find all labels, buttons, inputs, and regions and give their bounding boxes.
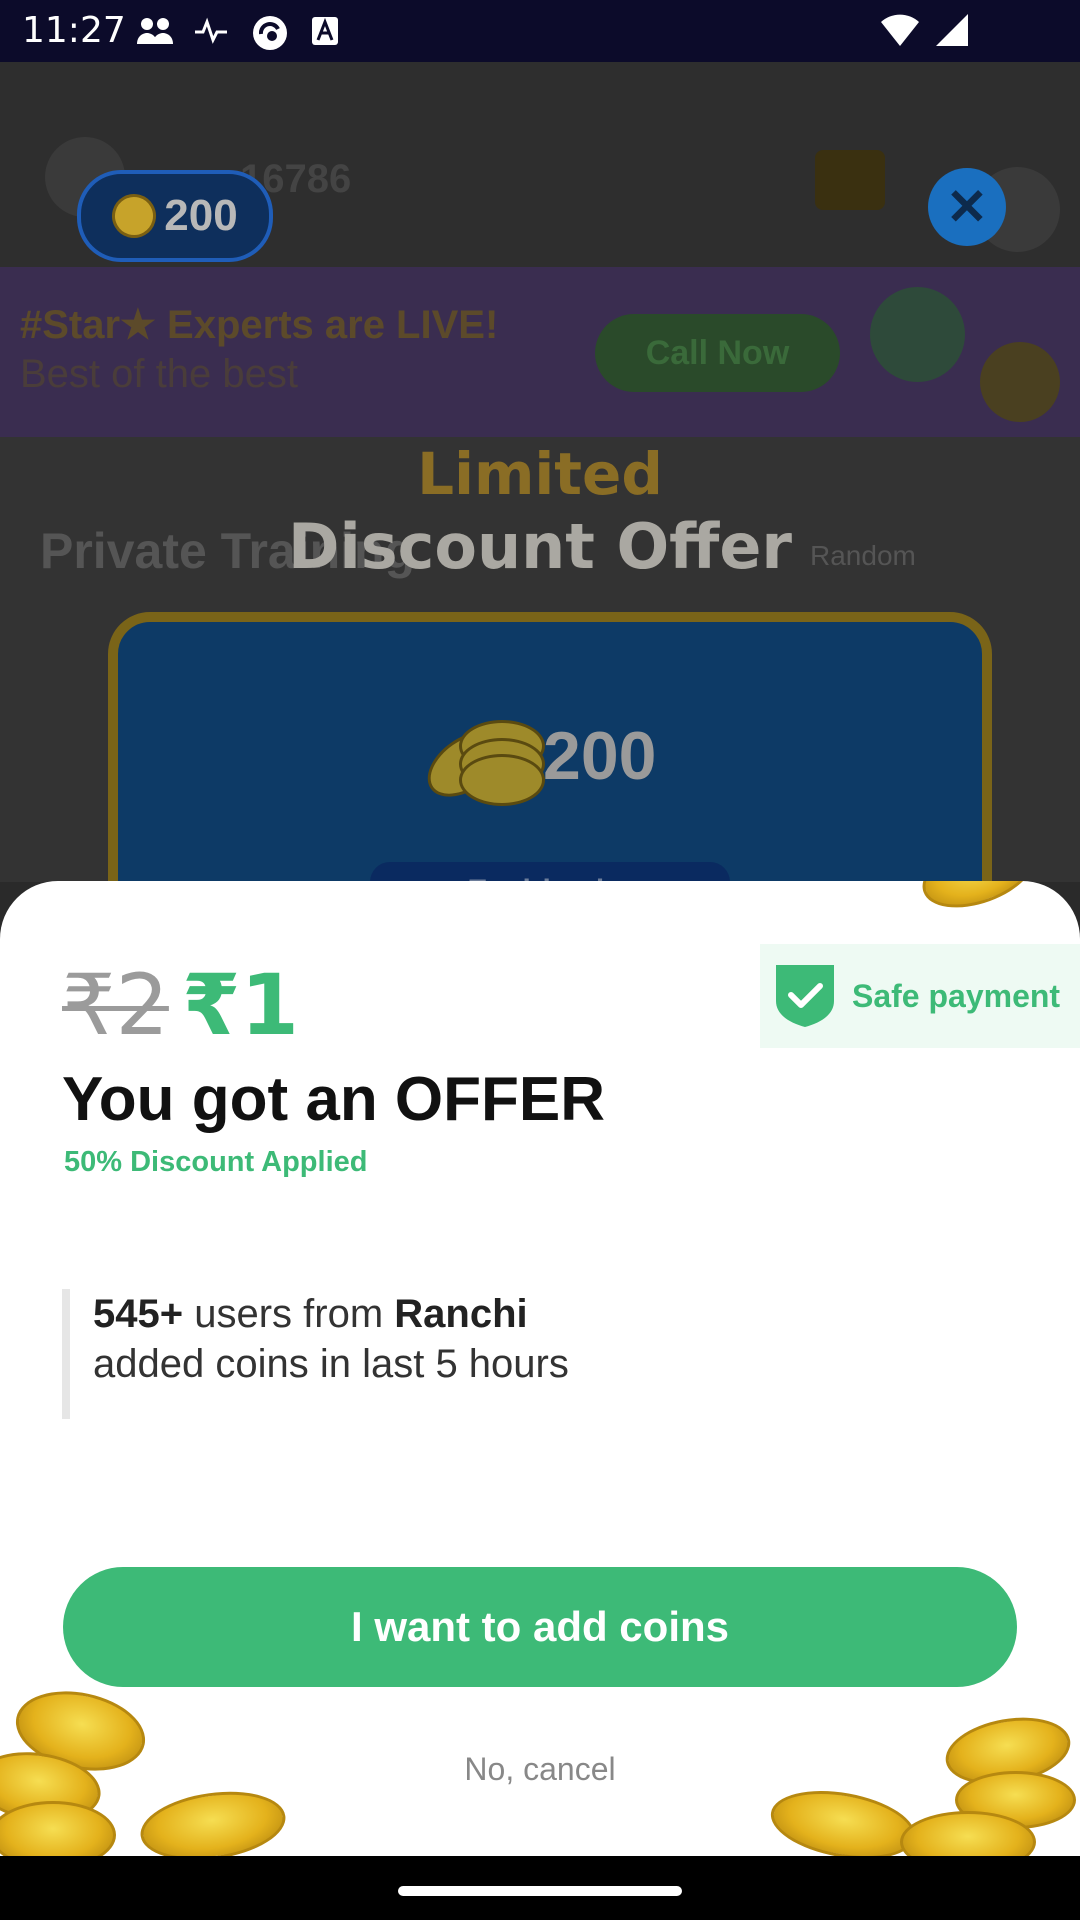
offer-headline: You got an OFFER (62, 1065, 606, 1134)
offer-bottom-sheet: ₹2 ₹1 Safe payment You got an OFFER 50% … (0, 881, 1080, 1856)
gold-coin-decoration (912, 881, 1046, 922)
offer-title-line1: Limited (417, 440, 663, 508)
new-price: ₹1 (182, 956, 299, 1054)
social-proof-line1: 545+ users from Ranchi (93, 1289, 693, 1339)
status-time: 11:27 (22, 10, 126, 51)
social-mid-text: users from (183, 1292, 395, 1336)
city-name: Ranchi (394, 1292, 528, 1336)
signal-icon (934, 12, 970, 53)
wifi-icon (880, 12, 920, 53)
notification-icons (135, 14, 345, 50)
cancel-link[interactable]: No, cancel (0, 1751, 1080, 1788)
gold-coin-decoration (765, 1780, 921, 1856)
coin-icon (104, 185, 165, 247)
old-price: ₹2 (62, 956, 169, 1054)
gold-coin-decoration (136, 1783, 290, 1856)
coin-balance-pill: 200 (77, 170, 273, 262)
trophy-icon (815, 150, 885, 210)
navigation-bar (0, 1856, 1080, 1920)
card-coin-amount: 200 (543, 718, 657, 794)
user-count: 545+ (93, 1292, 184, 1336)
social-proof-line2: added coins in last 5 hours (93, 1342, 569, 1386)
shield-check-icon (776, 965, 834, 1027)
coin-balance: 200 (164, 191, 238, 240)
call-now-button: Call Now (595, 314, 840, 392)
close-icon: ✕ (946, 179, 988, 235)
banner-subtitle: Best of the best (20, 352, 298, 396)
add-coins-button[interactable]: I want to add coins (63, 1567, 1017, 1687)
home-gesture-handle[interactable] (398, 1886, 682, 1896)
safe-payment-label: Safe payment (852, 977, 1061, 1014)
people-icon (135, 14, 173, 48)
expert-avatar (870, 287, 965, 382)
app-logo-icon (251, 14, 287, 50)
discount-text: 50% Discount Applied (64, 1146, 368, 1178)
offer-title-line2: Discount Offer (287, 510, 793, 583)
safe-payment-badge: Safe payment (760, 944, 1080, 1048)
font-icon (309, 14, 345, 48)
gold-coin-decoration (0, 1801, 116, 1856)
system-icons (880, 12, 970, 53)
social-proof: 545+ users from Ranchi added coins in la… (62, 1289, 693, 1419)
status-bar: 11:27 (0, 0, 1080, 62)
close-button[interactable]: ✕ (928, 168, 1006, 246)
pulse-icon (193, 14, 229, 48)
expert-avatar (980, 342, 1060, 422)
coin-stack-icon (415, 714, 545, 810)
banner-title: #Star★ Experts are LIVE! (20, 303, 499, 347)
